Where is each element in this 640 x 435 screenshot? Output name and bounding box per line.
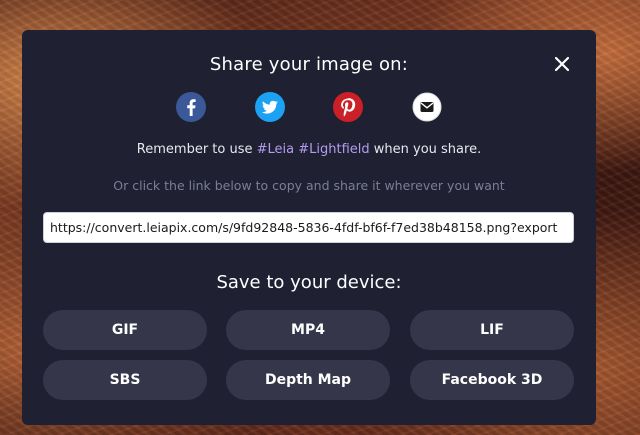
save-section-title: Save to your device: bbox=[216, 272, 402, 293]
download-facebook-3d-button[interactable]: Facebook 3D bbox=[410, 360, 574, 400]
copy-link-hint: Or click the link below to copy and shar… bbox=[113, 178, 505, 193]
pinterest-icon[interactable] bbox=[333, 92, 363, 122]
reminder-suffix: when you share. bbox=[369, 142, 482, 157]
download-sbs-button[interactable]: SBS bbox=[43, 360, 207, 400]
download-depth-map-button[interactable]: Depth Map bbox=[226, 360, 390, 400]
download-lif-button[interactable]: LIF bbox=[410, 310, 574, 350]
twitter-icon[interactable] bbox=[255, 92, 285, 122]
download-gif-button[interactable]: GIF bbox=[43, 310, 207, 350]
download-mp4-button[interactable]: MP4 bbox=[226, 310, 390, 350]
share-icons-row bbox=[22, 92, 596, 124]
email-icon[interactable] bbox=[412, 92, 442, 122]
facebook-icon[interactable] bbox=[176, 92, 206, 122]
share-link-input[interactable] bbox=[43, 212, 574, 243]
hashtag-reminder: Remember to use #Leia #Lightfield when y… bbox=[22, 142, 596, 157]
modal-title: Share your image on: bbox=[209, 54, 409, 75]
close-icon[interactable] bbox=[552, 54, 572, 74]
share-modal: Share your image on: Remember to use #Le… bbox=[22, 30, 596, 425]
hashtags: #Leia #Lightfield bbox=[256, 142, 370, 157]
reminder-prefix: Remember to use bbox=[136, 142, 257, 157]
